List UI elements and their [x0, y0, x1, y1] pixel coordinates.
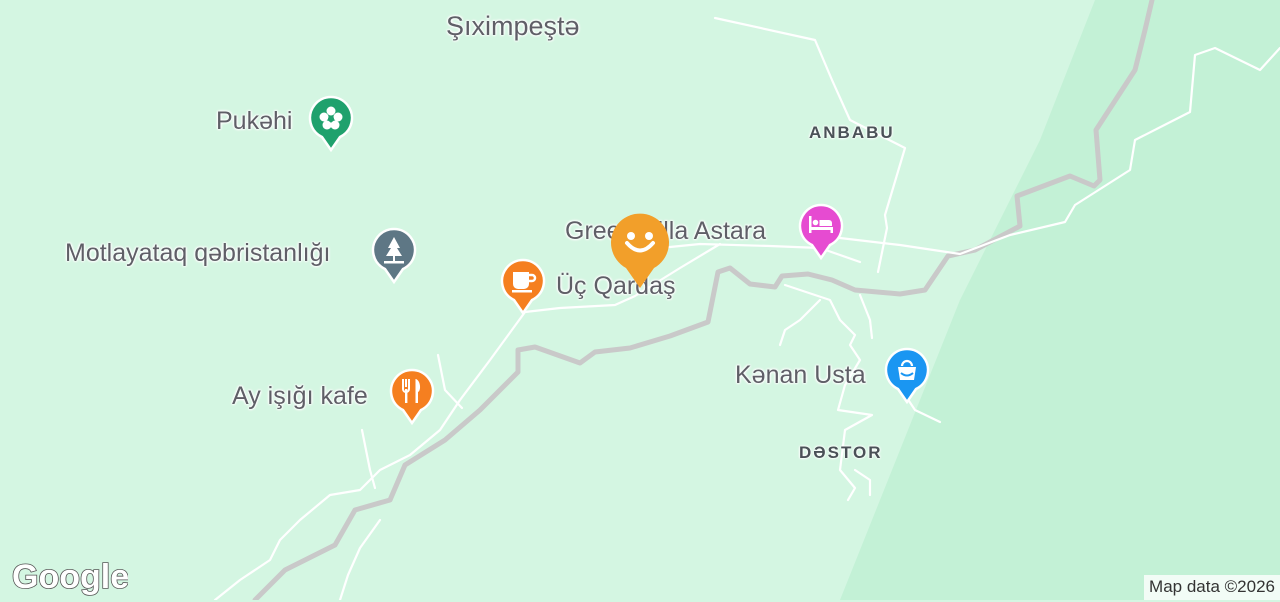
shopping-bag-icon: [884, 347, 930, 404]
smiley-icon: [611, 213, 669, 288]
poi-pin-green-villa[interactable]: [798, 202, 844, 260]
fork-knife-icon: [389, 368, 435, 425]
area-label-anbabu[interactable]: ANBABU: [809, 123, 895, 143]
google-logo[interactable]: Google: [10, 555, 130, 602]
poi-label-ay-isigi[interactable]: Ay işığı kafe: [232, 382, 368, 411]
poi-pin-ay-isigi[interactable]: [389, 367, 435, 425]
poi-label-kanan-usta[interactable]: Kənan Usta: [735, 361, 866, 390]
poi-label-motlayataq[interactable]: Motlayataq qəbristanlığı: [65, 239, 330, 268]
flower-icon: [308, 95, 354, 152]
selected-location-marker[interactable]: [609, 210, 671, 290]
map-attribution[interactable]: Map data ©2026: [1144, 575, 1280, 600]
poi-label-pukahi[interactable]: Pukəhi: [216, 107, 292, 136]
svg-text:Google: Google: [12, 558, 128, 596]
cemetery-icon: [371, 227, 417, 284]
village-label-shiximpeshte[interactable]: Şıximpeştə: [446, 11, 580, 42]
area-label-dastor[interactable]: DƏSTOR: [799, 443, 883, 463]
poi-pin-uc-qardas[interactable]: [500, 257, 546, 315]
coffee-cup-icon: [500, 258, 546, 315]
poi-pin-pukahi[interactable]: [308, 94, 354, 152]
bed-icon: [798, 203, 844, 260]
poi-pin-kanan-usta[interactable]: [884, 346, 930, 404]
poi-pin-motlayataq[interactable]: [371, 226, 417, 284]
